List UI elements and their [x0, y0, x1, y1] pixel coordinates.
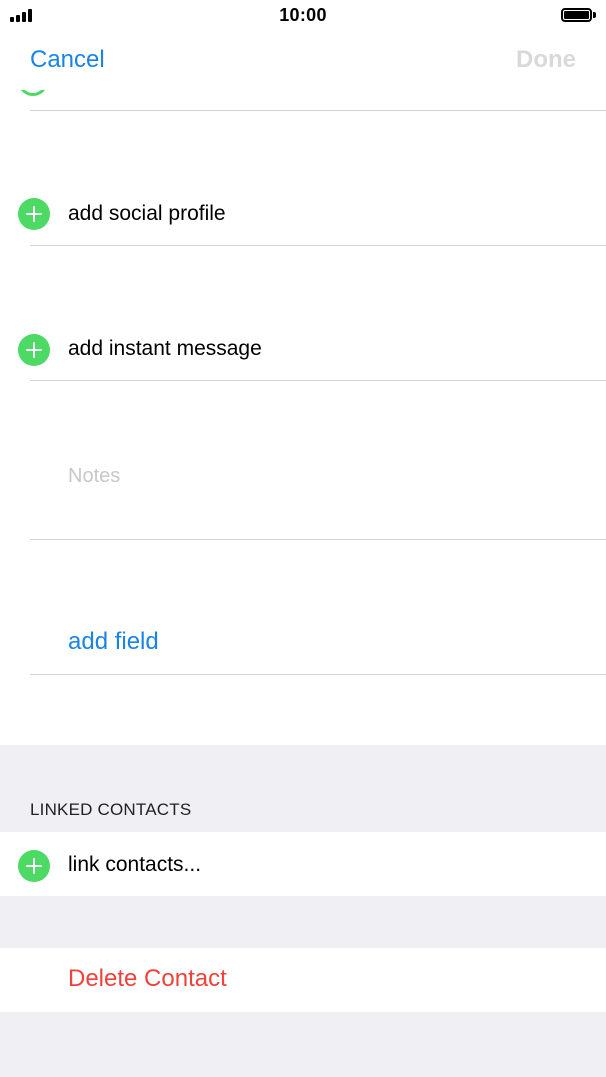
add-field-button[interactable]: add field [68, 628, 159, 656]
separator [30, 539, 606, 540]
add-social-profile-label: add social profile [68, 202, 226, 225]
status-bar: 10:00 [0, 0, 606, 30]
done-button[interactable]: Done [516, 46, 576, 74]
add-instant-message-label: add instant message [68, 337, 262, 360]
separator [30, 674, 606, 675]
notes-field[interactable]: Notes [68, 465, 120, 488]
edit-contact-screen: 10:00 Cancel Done add social profile add… [0, 0, 606, 1077]
cancel-button[interactable]: Cancel [30, 46, 105, 74]
add-icon[interactable] [18, 334, 50, 366]
add-icon[interactable] [18, 198, 50, 230]
delete-contact-button[interactable]: Delete Contact [68, 965, 227, 993]
linked-contacts-header: LINKED CONTACTS [30, 800, 192, 819]
separator [30, 110, 606, 111]
battery-terminal [593, 12, 596, 18]
link-contacts-label: link contacts... [68, 853, 202, 876]
status-time: 10:00 [279, 5, 327, 25]
group-spacer [0, 896, 606, 948]
battery-icon [561, 8, 592, 22]
separator [30, 245, 606, 246]
separator [30, 380, 606, 381]
link-contacts-row[interactable]: link contacts... [0, 832, 606, 896]
bottom-spacer [0, 1012, 606, 1077]
add-icon[interactable] [18, 850, 50, 882]
